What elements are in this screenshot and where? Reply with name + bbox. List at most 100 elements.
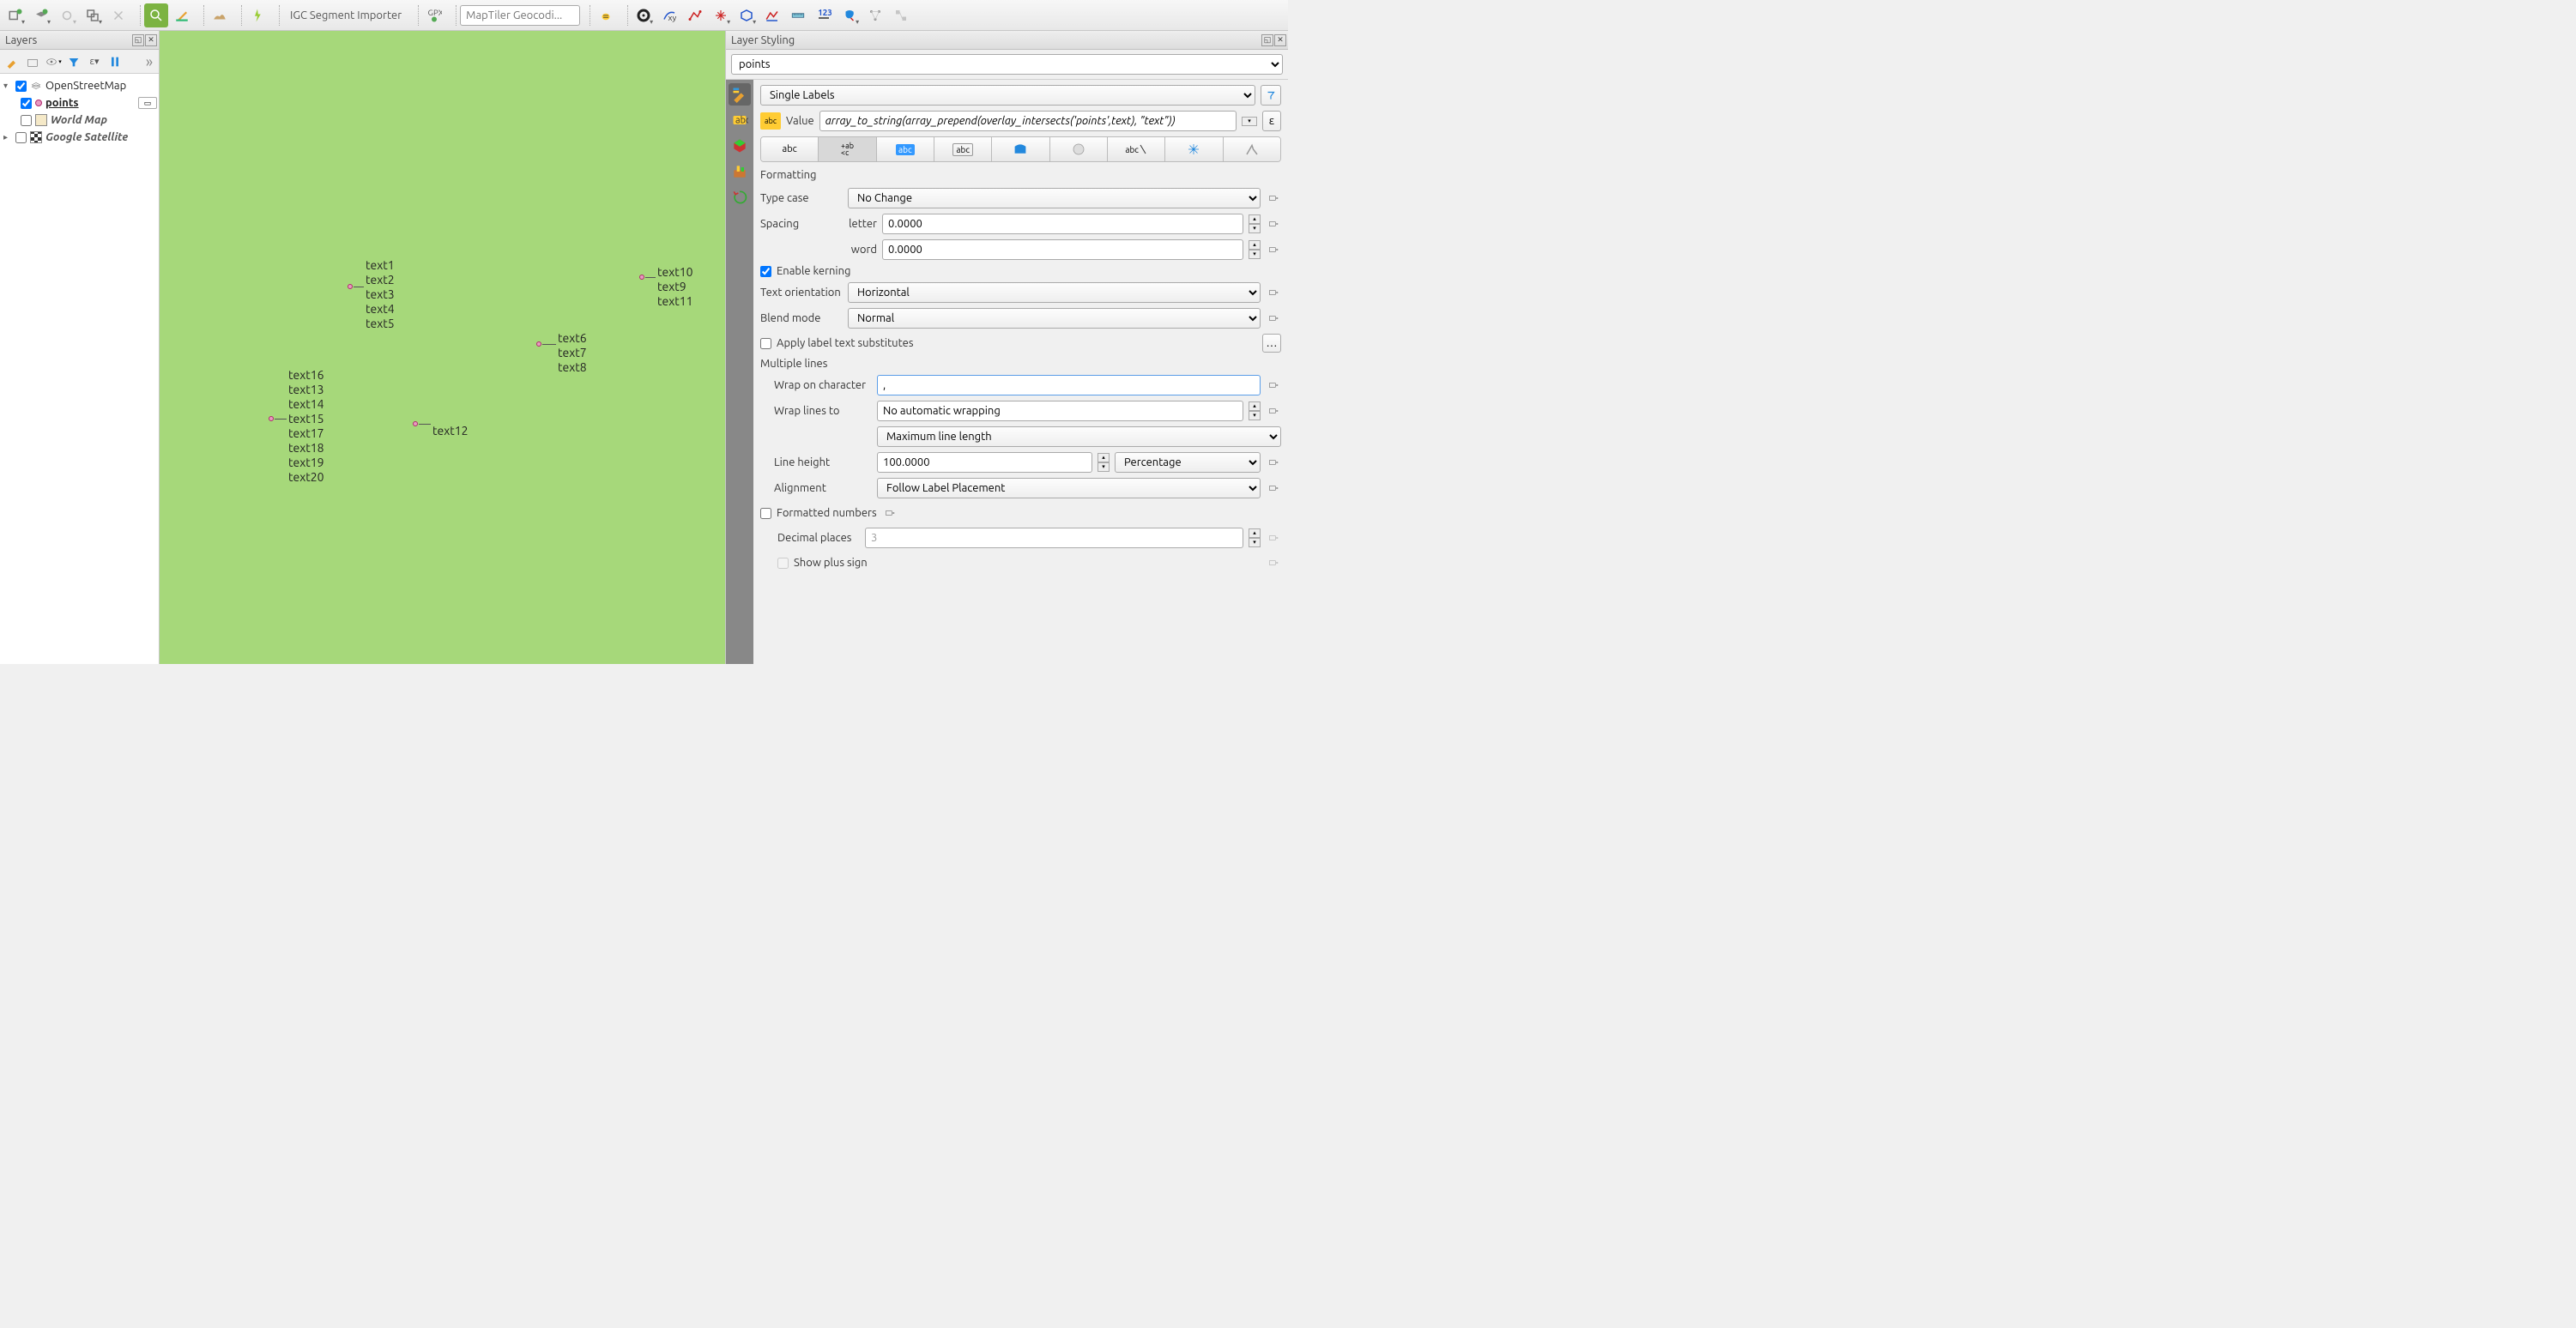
misc-icon	[106, 3, 130, 27]
map-point[interactable]	[348, 284, 353, 289]
terrain-icon[interactable]	[208, 3, 232, 27]
substitutes-checkbox[interactable]	[760, 338, 771, 349]
substitutes-label: Apply label text substitutes	[777, 337, 914, 349]
data-defined-button[interactable]	[1266, 376, 1281, 395]
bee-icon[interactable]	[594, 3, 618, 27]
reset-button[interactable]	[1261, 85, 1281, 106]
line-xy-icon[interactable]: xy	[657, 3, 681, 27]
polygon-cut-icon[interactable]: ▾	[735, 3, 759, 27]
rendering-tab[interactable]	[1224, 137, 1280, 161]
layer-checkbox[interactable]	[15, 132, 27, 143]
paint-icon[interactable]: ▾	[838, 3, 862, 27]
profile-icon[interactable]	[760, 3, 784, 27]
formatted-numbers-checkbox[interactable]	[760, 508, 771, 519]
text-tab[interactable]: abc	[761, 137, 819, 161]
pencil-color-icon[interactable]	[170, 3, 194, 27]
line-height-input[interactable]	[877, 452, 1092, 473]
panel-undock-icon[interactable]: ◱	[1261, 34, 1273, 46]
formatting-tab[interactable]: +ab<c	[819, 137, 876, 161]
data-defined-button[interactable]	[1266, 240, 1281, 259]
data-defined-button[interactable]	[1266, 453, 1281, 472]
polyline-icon[interactable]	[683, 3, 707, 27]
numbers-icon[interactable]: 123	[812, 3, 836, 27]
ruler-icon[interactable]	[786, 3, 810, 27]
word-spacing-input[interactable]	[882, 239, 1243, 260]
svg-text:GPX: GPX	[428, 8, 443, 17]
filter-icon[interactable]	[65, 53, 82, 70]
duplicate-icon[interactable]: ▾	[81, 3, 105, 27]
history-tab-icon[interactable]	[729, 186, 751, 208]
bolt-icon[interactable]	[245, 3, 269, 27]
data-defined-button[interactable]	[1266, 553, 1281, 572]
data-defined-button[interactable]	[1266, 479, 1281, 498]
masks-tab-icon[interactable]	[729, 160, 751, 183]
substitutes-config-button[interactable]: …	[1262, 334, 1281, 353]
value-expression-input[interactable]	[819, 111, 1237, 131]
wrap-lines-input[interactable]	[877, 401, 1243, 421]
data-defined-button[interactable]	[882, 504, 898, 522]
multiline-heading: Multiple lines	[760, 358, 1281, 370]
add-group-icon[interactable]	[24, 53, 41, 70]
callouts-tab[interactable]: abc	[1108, 137, 1165, 161]
panel-undock-icon[interactable]: ◱	[132, 34, 144, 46]
quickosm-icon[interactable]	[144, 3, 168, 27]
new-feature-icon[interactable]: ▾	[3, 3, 27, 27]
labels-tab-icon[interactable]: abc	[729, 109, 751, 131]
geocoder-search-input[interactable]	[460, 5, 580, 26]
placement-tab[interactable]	[1165, 137, 1223, 161]
gpx-icon[interactable]: GPX	[422, 3, 446, 27]
line-height-unit-select[interactable]: Percentage	[1115, 452, 1261, 473]
circle-dot-icon[interactable]: ▾	[632, 3, 656, 27]
map-canvas[interactable]: text1text2text3text4text5text6text7text8…	[160, 31, 725, 664]
data-defined-button[interactable]	[1266, 528, 1281, 547]
data-defined-button[interactable]	[1266, 214, 1281, 233]
data-defined-button[interactable]	[1266, 189, 1281, 208]
letter-spacing-input[interactable]	[882, 214, 1243, 234]
data-defined-button[interactable]	[1266, 283, 1281, 302]
layer-checkbox[interactable]	[15, 81, 27, 92]
buffer-tab[interactable]: abc	[877, 137, 934, 161]
blend-mode-select[interactable]: Normal	[848, 308, 1261, 329]
kerning-checkbox[interactable]	[760, 266, 771, 277]
map-point[interactable]	[536, 341, 541, 347]
type-case-select[interactable]: No Change	[848, 188, 1261, 208]
map-point[interactable]	[269, 416, 274, 421]
label-mode-select[interactable]: Single Labels	[760, 85, 1255, 106]
plus-sign-checkbox	[777, 558, 789, 569]
symbology-tab-icon[interactable]	[729, 83, 751, 106]
expression-icon[interactable]: ε▾	[86, 53, 103, 70]
shadow-tab[interactable]	[1050, 137, 1108, 161]
map-point[interactable]	[639, 275, 644, 280]
expand-chevron-icon[interactable]: »	[143, 53, 155, 70]
expression-builder-button[interactable]: ε	[1262, 111, 1281, 131]
wrap-length-select[interactable]: Maximum line length	[877, 426, 1281, 447]
layer-name: OpenStreetMap	[45, 80, 157, 92]
layer-row-google[interactable]: ▸ Google Satellite	[2, 129, 157, 146]
layer-checkbox[interactable]	[21, 98, 32, 109]
collapse-icon[interactable]	[106, 53, 124, 70]
3d-tab-icon[interactable]	[729, 135, 751, 157]
styling-layer-select[interactable]: points	[731, 54, 1283, 75]
map-point[interactable]	[413, 421, 418, 426]
wrap-char-input[interactable]	[877, 375, 1261, 395]
add-layer-icon[interactable]: ▾	[29, 3, 53, 27]
orientation-select[interactable]: Horizontal	[848, 282, 1261, 303]
layer-checkbox[interactable]	[21, 115, 32, 126]
kerning-label: Enable kerning	[777, 265, 851, 277]
mask-tab[interactable]: abc	[934, 137, 992, 161]
panel-close-icon[interactable]: ✕	[145, 34, 157, 46]
bearing-icon[interactable]: ▾	[709, 3, 733, 27]
visibility-icon[interactable]: ▾	[45, 53, 62, 70]
label-leader	[542, 344, 556, 345]
data-defined-button[interactable]	[1266, 401, 1281, 420]
map-label: text6text7text8	[558, 331, 587, 375]
word-label: word	[848, 244, 877, 256]
layer-row-openstreetmap[interactable]: ▾ OpenStreetMap	[2, 77, 157, 94]
layer-row-points[interactable]: points ▭	[2, 94, 157, 112]
background-tab[interactable]	[992, 137, 1049, 161]
data-defined-button[interactable]	[1266, 309, 1281, 328]
layer-row-worldmap[interactable]: World Map	[2, 112, 157, 129]
panel-close-icon[interactable]: ✕	[1274, 34, 1286, 46]
alignment-select[interactable]: Follow Label Placement	[877, 478, 1261, 498]
style-icon[interactable]	[3, 53, 21, 70]
